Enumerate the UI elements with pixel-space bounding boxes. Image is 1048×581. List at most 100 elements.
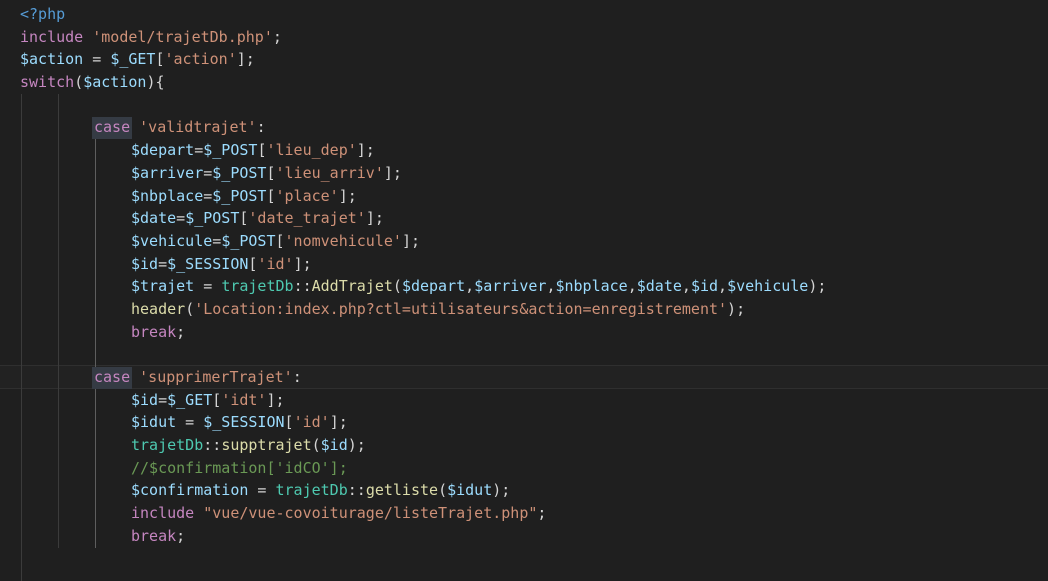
token-string: 'place' [276,187,339,205]
code-line[interactable] [20,570,1048,581]
token-punctuation: , [628,277,637,295]
code-line[interactable]: $id=$_SESSION['id']; [20,253,1048,276]
token-keyword: include [131,504,194,522]
token-variable: $_POST [212,164,266,182]
token-punctuation: ]; [357,141,375,159]
token-punctuation: , [718,277,727,295]
token-class-name: trajetDb [221,277,293,295]
code-line[interactable]: $depart=$_POST['lieu_dep']; [20,139,1048,162]
code-line[interactable]: //$confirmation['idCO']; [20,457,1048,480]
code-line[interactable]: $action = $_GET['action']; [20,48,1048,71]
token-keyword: break [131,527,176,545]
code-line[interactable]: break; [20,321,1048,344]
code-line[interactable]: $vehicule=$_POST['nomvehicule']; [20,230,1048,253]
token-punctuation: ( [74,73,83,91]
token-variable: $_GET [110,50,155,68]
code-line[interactable]: $trajet = trajetDb::AddTrajet($depart,$a… [20,275,1048,298]
token-variable: $idut [447,481,492,499]
token-variable: $_SESSION [167,255,248,273]
token-punctuation: , [465,277,474,295]
token-punctuation: ); [808,277,826,295]
token-punctuation: [ [266,187,275,205]
token-punctuation: : [257,118,266,136]
code-line[interactable]: $arriver=$_POST['lieu_arriv']; [20,162,1048,185]
code-line[interactable]: break; [20,525,1048,548]
token-function-name: header [131,300,185,318]
token-punctuation: :: [294,277,312,295]
token-punctuation: :: [203,436,221,454]
code-area[interactable]: <?phpinclude 'model/trajetDb.php';$actio… [20,3,1048,581]
token-punctuation: = [176,209,185,227]
token-variable: $_POST [221,232,275,250]
code-line[interactable]: $nbplace=$_POST['place']; [20,185,1048,208]
code-line[interactable] [20,548,1048,571]
token-variable: $vehicule [131,232,212,250]
code-line[interactable] [20,94,1048,117]
token-variable: $nbplace [131,187,203,205]
token-variable: $idut [131,413,176,431]
token-punctuation: = [203,164,212,182]
token-punctuation: [ [276,232,285,250]
token-comment: //$confirmation['idCO']; [131,459,348,477]
token-string: 'id' [257,255,293,273]
token-variable: $id [131,391,158,409]
token-keyword-highlighted: case [92,117,132,139]
code-line[interactable]: $idut = $_SESSION['id']; [20,411,1048,434]
code-line[interactable]: case 'supprimerTrajet': [20,366,1048,389]
code-line[interactable]: case 'validtrajet': [20,116,1048,139]
token-punctuation: ]; [402,232,420,250]
token-variable: $_POST [203,141,257,159]
token-punctuation: , [682,277,691,295]
token-punctuation: = [176,413,203,431]
token-punctuation: ; [176,323,185,341]
token-variable: $id [321,436,348,454]
token-string: 'id' [294,413,330,431]
token-string: 'model/trajetDb.php' [92,28,273,46]
token-function-name: supptrajet [221,436,311,454]
token-punctuation [130,118,139,136]
token-punctuation: = [158,255,167,273]
token-punctuation: ]; [366,209,384,227]
token-punctuation: ); [348,436,366,454]
token-punctuation: ( [312,436,321,454]
token-variable: $id [131,255,158,273]
code-line[interactable]: switch($action){ [20,71,1048,94]
token-class-name: trajetDb [131,436,203,454]
token-variable: $_POST [185,209,239,227]
code-line[interactable]: header('Location:index.php?ctl=utilisate… [20,298,1048,321]
code-line[interactable]: include "vue/vue-covoiturage/listeTrajet… [20,502,1048,525]
token-string: 'lieu_arriv' [276,164,384,182]
token-punctuation: ]; [384,164,402,182]
token-variable: $depart [402,277,465,295]
token-punctuation: = [203,187,212,205]
token-punctuation: = [194,141,203,159]
token-string: 'date_trajet' [248,209,365,227]
token-variable: $_SESSION [203,413,284,431]
token-variable: $arriver [131,164,203,182]
code-line[interactable]: <?php [20,3,1048,26]
token-variable: $arriver [474,277,546,295]
token-variable: $confirmation [131,481,248,499]
token-variable: $date [131,209,176,227]
token-punctuation: = [194,277,221,295]
token-punctuation: [ [155,50,164,68]
code-line[interactable]: trajetDb::supptrajet($id); [20,434,1048,457]
token-string: 'supprimerTrajet' [139,368,293,386]
code-line[interactable]: include 'model/trajetDb.php'; [20,26,1048,49]
token-variable: $_GET [167,391,212,409]
token-punctuation: ]; [330,413,348,431]
token-variable: $trajet [131,277,194,295]
token-string: 'lieu_dep' [266,141,356,159]
token-punctuation: ); [492,481,510,499]
code-line[interactable]: $id=$_GET['idt']; [20,389,1048,412]
code-line[interactable] [20,343,1048,366]
token-punctuation: :: [348,481,366,499]
token-string: 'validtrajet' [139,118,256,136]
code-line[interactable]: $date=$_POST['date_trajet']; [20,207,1048,230]
token-class-name: trajetDb [276,481,348,499]
token-punctuation: = [248,481,275,499]
code-line[interactable]: $confirmation = trajetDb::getliste($idut… [20,479,1048,502]
token-keyword: break [131,323,176,341]
token-punctuation: = [212,232,221,250]
token-keyword-highlighted: case [92,367,132,389]
